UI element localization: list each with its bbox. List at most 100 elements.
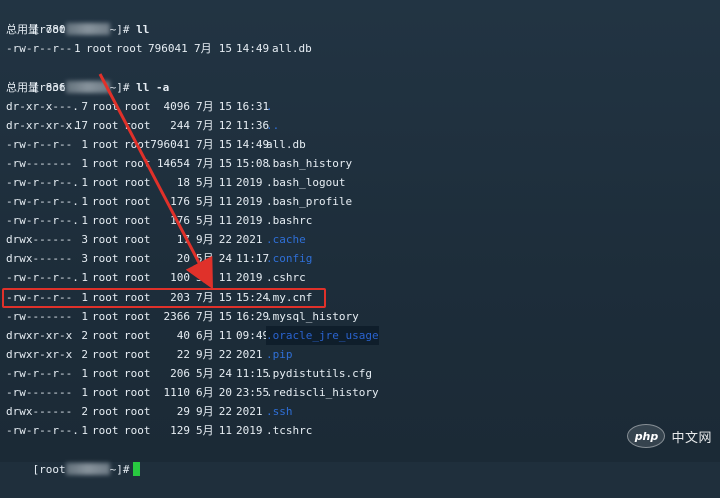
group: root [124,233,151,247]
group: root [124,176,151,190]
time: 2019 [236,271,263,285]
owner: root [92,347,119,361]
group: root [124,271,151,285]
time: 11:36 [236,119,270,133]
group: root [124,309,151,323]
link-count: 1 [81,271,88,285]
link-count: 2 [81,347,88,361]
time: 11:17 [236,252,270,266]
owner: root [92,252,119,266]
day: 22 [218,404,232,418]
file-size: 22 [176,347,190,361]
file-name: .bash_logout [266,176,346,190]
group: root [124,366,151,380]
day: 11 [218,176,232,190]
highlight-box [2,288,326,308]
group: root [124,404,151,418]
link-count: 1 [81,157,88,171]
day: 24 [218,252,232,266]
time: 16:31 [236,100,270,113]
time: 2019 [236,423,263,437]
link-count: 1 [81,366,88,380]
link-count: 1 [81,176,88,190]
day: 15 [218,100,232,113]
owner: root [92,176,119,190]
group: root [124,252,151,266]
owner: root [92,271,119,285]
file-name: .. [266,119,280,133]
file-name: .pydistutils.cfg [266,366,372,380]
link-count: 1 [81,423,88,437]
file-name: .oracle_jre_usage [266,325,379,345]
permissions: drwxr-xr-x [6,328,73,342]
file-name: .mysql_history [266,309,359,323]
owner: root [92,309,119,323]
total-line-1: 总用量 780 [6,23,66,36]
month: 5月 [196,252,214,266]
time: 2019 [236,195,263,209]
time: 2021 [236,233,263,247]
file-size: 176 [170,214,190,228]
time: 14:49 [236,42,270,55]
file-name: . [266,100,273,113]
permissions: -rw------- [6,157,73,171]
file-size: 29 [176,404,190,418]
total-line-2: 总用量 836 [6,81,66,94]
link-count: 3 [81,233,88,247]
group: root [124,195,151,209]
group: root [124,157,151,171]
group: root [124,214,151,228]
month: 5月 [196,214,214,228]
owner: root [92,100,119,113]
owner: root [92,138,119,152]
file-name: .tcshrc [266,423,313,437]
terminal-cursor [132,462,140,476]
permissions: -rw------- [6,309,73,323]
group: root [124,100,151,113]
day: 11 [218,195,232,209]
link-count: 1 [81,138,88,152]
list-item: -rw-r--r-- 1 root root 796041 7月 15 14:4… [6,39,312,58]
owner: root [92,328,119,342]
month: 7月 [196,138,214,152]
time: 2021 [236,404,263,418]
terminal-window[interactable]: [root ~]# ll 总用量 780 -rw-r--r-- 1 root ro… [0,0,720,476]
file-size: 129 [170,423,190,437]
day: 11 [218,271,232,285]
file-name: .bashrc [266,214,313,228]
time: 16:29 [236,309,270,323]
file-size: 796041 [148,42,188,55]
day: 15 [218,42,232,55]
link-count: 7 [81,100,88,113]
time: 15:08 [236,157,270,171]
file-name: .pip [266,347,293,361]
file-name: all.db [266,138,306,152]
month: 6月 [196,385,214,399]
month: 7月 [196,119,214,133]
permissions: -rw-r--r-- [6,42,73,55]
file-name: .bash_history [266,157,353,171]
file-size: 2366 [163,309,191,323]
group: root [124,119,151,133]
link-count: 1 [81,214,88,228]
day: 12 [218,119,232,133]
time: 2019 [236,214,263,228]
prompt-suffix: ~]# [109,81,130,94]
day: 15 [218,157,232,171]
prompt-line-2: [root ~]# ll -a [6,59,169,94]
permissions: -rw-r--r-- [6,366,73,380]
file-size: 176 [170,195,190,209]
day: 11 [218,328,232,342]
day: 15 [218,309,232,323]
file-name: .rediscli_history [266,385,379,399]
redacted-hostname [65,463,110,475]
day: 11 [218,423,232,437]
month: 5月 [196,176,214,190]
group: root [116,42,143,55]
file-size: 796041 [150,138,190,152]
time: 11:15 [236,366,270,380]
month: 7月 [196,100,214,113]
month: 7月 [196,157,214,171]
prompt-line-3[interactable]: [root ~]# [6,441,140,476]
owner: root [92,195,119,209]
